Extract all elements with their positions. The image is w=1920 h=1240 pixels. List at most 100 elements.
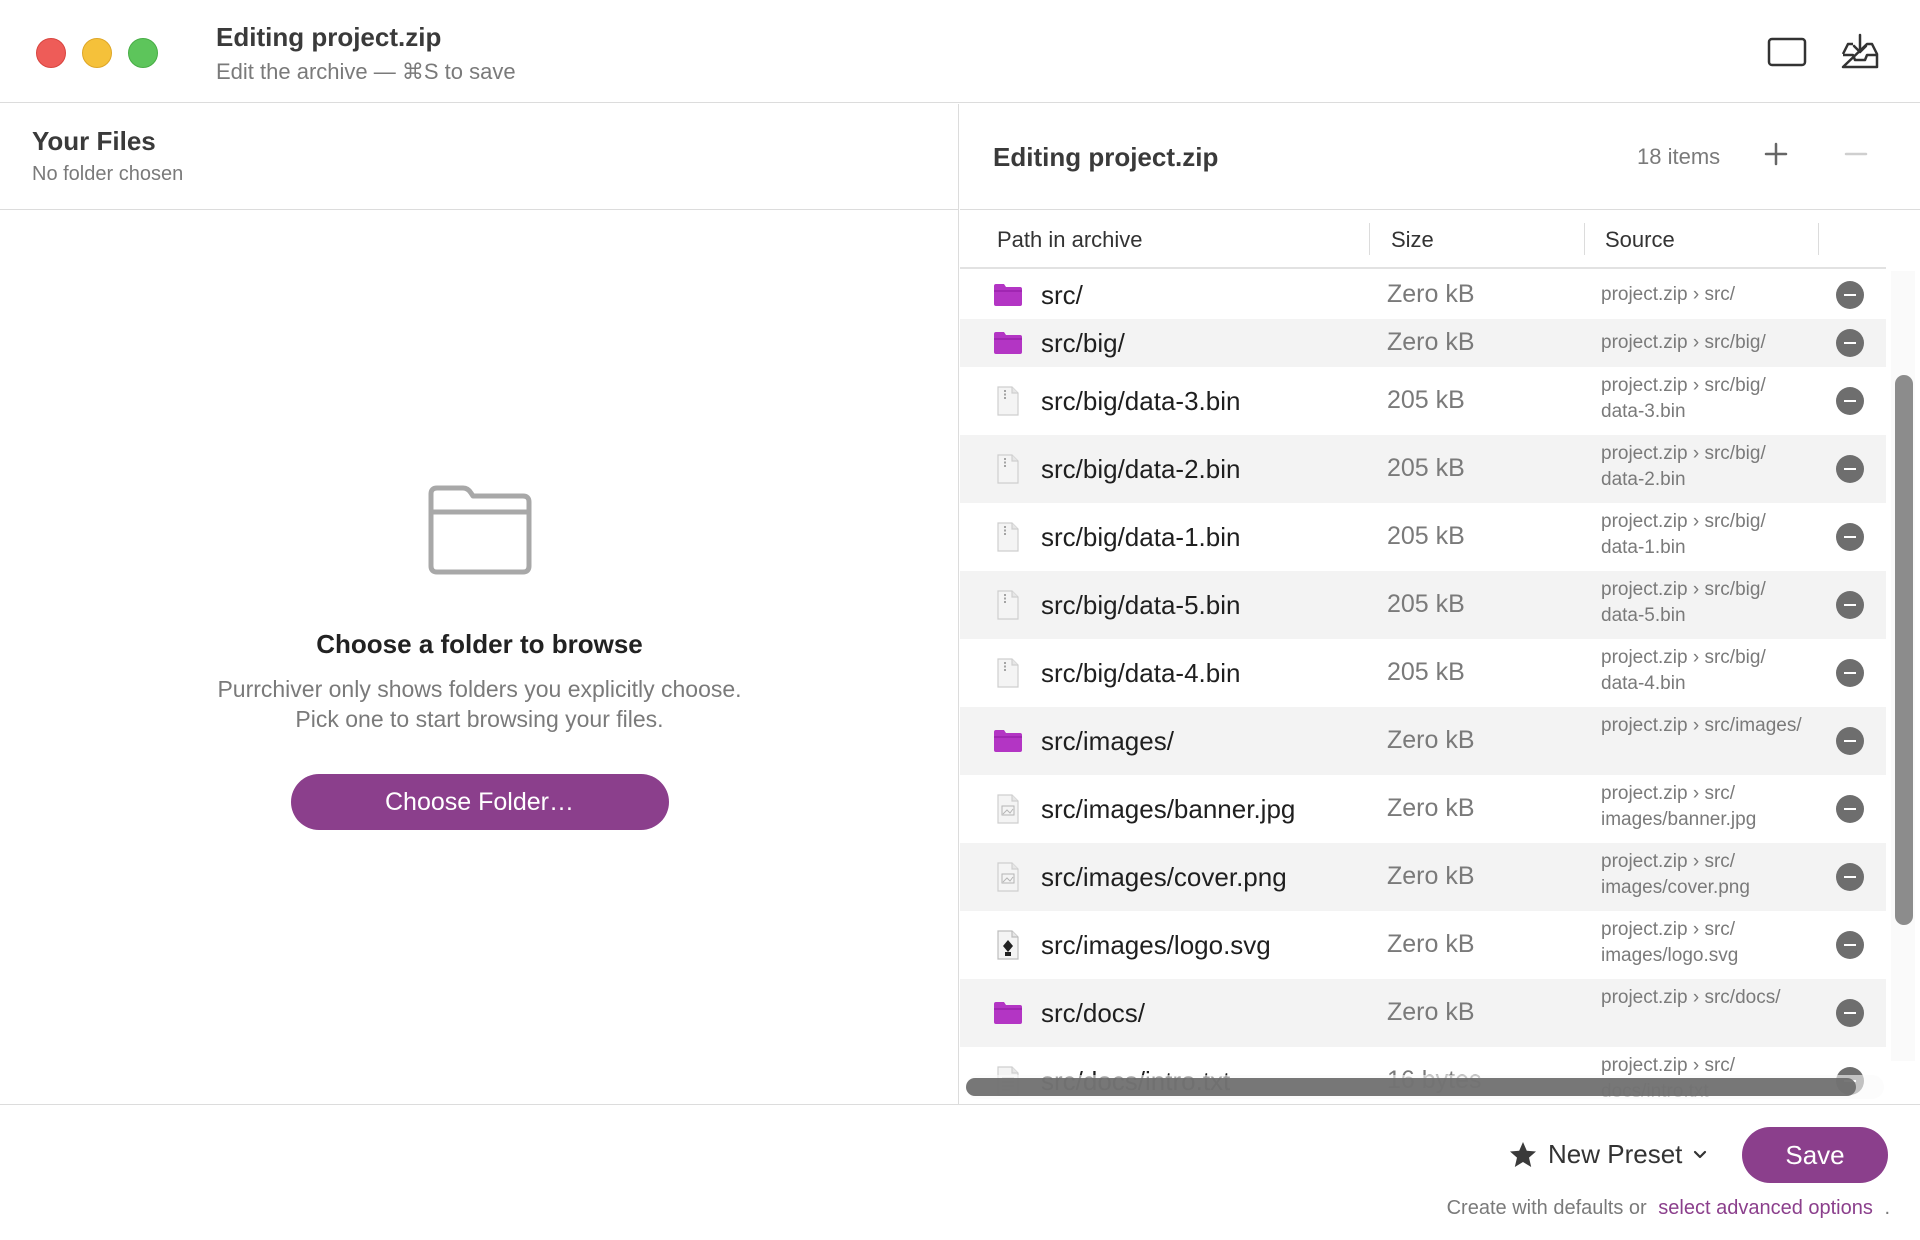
remove-row-button[interactable] [1836,795,1864,823]
table-row[interactable]: src/big/data-5.bin 205 kB project.zip › sr… [960,571,1886,639]
your-files-pane: Your Files No folder chosen Choose a fol… [0,104,959,1104]
footnote-suffix: . [1884,1197,1890,1219]
window-title-block: Editing project.zip Edit the archive — ⌘… [216,22,516,85]
table-row[interactable]: src/Zero kB project.zip › src/ [960,271,1886,319]
binary-file-icon [993,590,1023,620]
minimize-window-button[interactable] [82,38,112,68]
column-source[interactable]: Source [1605,211,1675,269]
table-row[interactable]: src/docs/Zero kB project.zip › src/docs/ [960,979,1886,1047]
row-size: Zero kB [1387,998,1475,1026]
title-bar: Editing project.zip Edit the archive — ⌘… [0,0,1920,103]
row-path: src/big/ [1041,328,1125,358]
choose-folder-button[interactable]: Choose Folder… [290,774,669,830]
folder-icon [993,998,1023,1028]
preset-selector[interactable]: New Preset [1508,1139,1708,1170]
row-size: 205 kB [1387,454,1465,482]
footnote: Create with defaults or select advanced … [1447,1197,1890,1220]
row-size: 205 kB [1387,658,1465,686]
your-files-subtitle: No folder chosen [32,163,184,185]
row-source: project.zip › src/ images/logo.svg [1601,919,1739,966]
remove-row-button[interactable] [1836,659,1864,687]
column-divider[interactable] [1818,223,1819,255]
row-source: project.zip › src/ images/cover.png [1601,851,1750,898]
remove-row-button[interactable] [1836,591,1864,619]
remove-row-button[interactable] [1836,863,1864,891]
horizontal-scrollbar[interactable] [966,1075,1884,1099]
folder-icon [993,328,1023,358]
vertical-scroll-thumb[interactable] [1895,375,1913,925]
save-button[interactable]: Save [1742,1127,1888,1183]
table-header: Path in archive Size Source [960,211,1886,269]
horizontal-scroll-thumb[interactable] [966,1078,1856,1096]
close-window-button[interactable] [36,38,66,68]
row-path: src/images/cover.png [1041,862,1287,892]
items-count: 18 items [1637,144,1721,169]
table-row[interactable]: src/big/data-4.bin 205 kB project.zip › sr… [960,639,1886,707]
plus-icon [1764,142,1788,166]
row-size: 205 kB [1387,386,1465,414]
image-file-icon [993,794,1023,824]
extract-button[interactable] [1838,32,1882,72]
column-size[interactable]: Size [1391,211,1434,269]
row-source: project.zip › src/big/ data-5.bin [1601,579,1766,626]
row-source: project.zip › src/big/ data-3.bin [1601,375,1766,422]
table-row[interactable]: src/images/cover.png Zero kB project.zip ›… [960,843,1886,911]
row-source: project.zip › src/ [1601,284,1736,305]
archive-title: Editing project.zip [993,142,1219,172]
remove-row-button[interactable] [1836,931,1864,959]
vertical-scrollbar[interactable] [1891,271,1915,1061]
remove-row-button[interactable] [1836,281,1864,309]
table-row[interactable]: src/big/data-3.bin 205 kB project.zip › sr… [960,367,1886,435]
row-source: project.zip › src/big/ data-4.bin [1601,647,1766,694]
empty-state-title: Choose a folder to browse [316,629,643,659]
column-divider[interactable] [1369,223,1370,255]
preset-label: New Preset [1548,1139,1683,1169]
table-row[interactable]: src/big/data-1.bin 205 kB project.zip › sr… [960,503,1886,571]
folder-icon [428,485,531,575]
advanced-options-link[interactable]: select advanced options [1658,1197,1873,1219]
empty-state: Choose a folder to browse Purrchiver onl… [0,484,959,830]
table-row[interactable]: src/images/Zero kB project.zip › src/imag… [960,707,1886,775]
table-row[interactable]: src/images/banner.jpg Zero kB project.zip … [960,775,1886,843]
sidebar-toggle-icon [1767,37,1807,67]
row-source: project.zip › src/images/ [1601,715,1802,736]
star-icon [1510,1141,1536,1167]
row-path: src/images/logo.svg [1041,930,1271,960]
remove-item-button[interactable] [1836,134,1876,174]
remove-row-button[interactable] [1836,727,1864,755]
remove-row-button[interactable] [1836,999,1864,1027]
row-size: Zero kB [1387,862,1475,890]
table-row[interactable]: src/big/Zero kB project.zip › src/big/ [960,319,1886,367]
footnote-prefix: Create with defaults or [1446,1197,1647,1219]
row-size: Zero kB [1387,794,1475,822]
your-files-title: Your Files [32,126,156,156]
traffic-lights [36,38,158,68]
remove-row-button[interactable] [1836,329,1864,357]
column-divider[interactable] [1584,223,1585,255]
column-path[interactable]: Path in archive [997,211,1143,269]
row-path: src/big/data-3.bin [1041,386,1241,416]
footer-bar: New Preset Save Create with defaults or … [0,1104,1920,1240]
binary-file-icon [993,454,1023,484]
row-size: 205 kB [1387,590,1465,618]
zoom-window-button[interactable] [128,38,158,68]
row-path: src/images/banner.jpg [1041,794,1296,824]
remove-row-button[interactable] [1836,455,1864,483]
table-row[interactable]: src/big/data-2.bin 205 kB project.zip › sr… [960,435,1886,503]
app-window: Editing project.zip Edit the archive — ⌘… [0,0,1920,1240]
table-row[interactable]: src/images/logo.svg Zero kB project.zip › … [960,911,1886,979]
window-title: Editing project.zip [216,22,442,52]
row-path: src/ [1041,280,1083,310]
tray-download-icon [1841,33,1879,69]
row-size: Zero kB [1387,726,1475,754]
sidebar-toggle-button[interactable] [1765,32,1809,72]
add-item-button[interactable] [1756,134,1796,174]
row-path: src/big/data-5.bin [1041,590,1241,620]
window-subtitle: Edit the archive — ⌘S to save [216,59,516,84]
remove-row-button[interactable] [1836,523,1864,551]
folder-icon [993,726,1023,756]
archive-pane: Editing project.zip 18 items Path in arc… [960,104,1920,1104]
row-path: src/docs/ [1041,998,1146,1028]
remove-row-button[interactable] [1836,387,1864,415]
empty-state-description: Purrchiver only shows folders you explic… [217,676,742,732]
